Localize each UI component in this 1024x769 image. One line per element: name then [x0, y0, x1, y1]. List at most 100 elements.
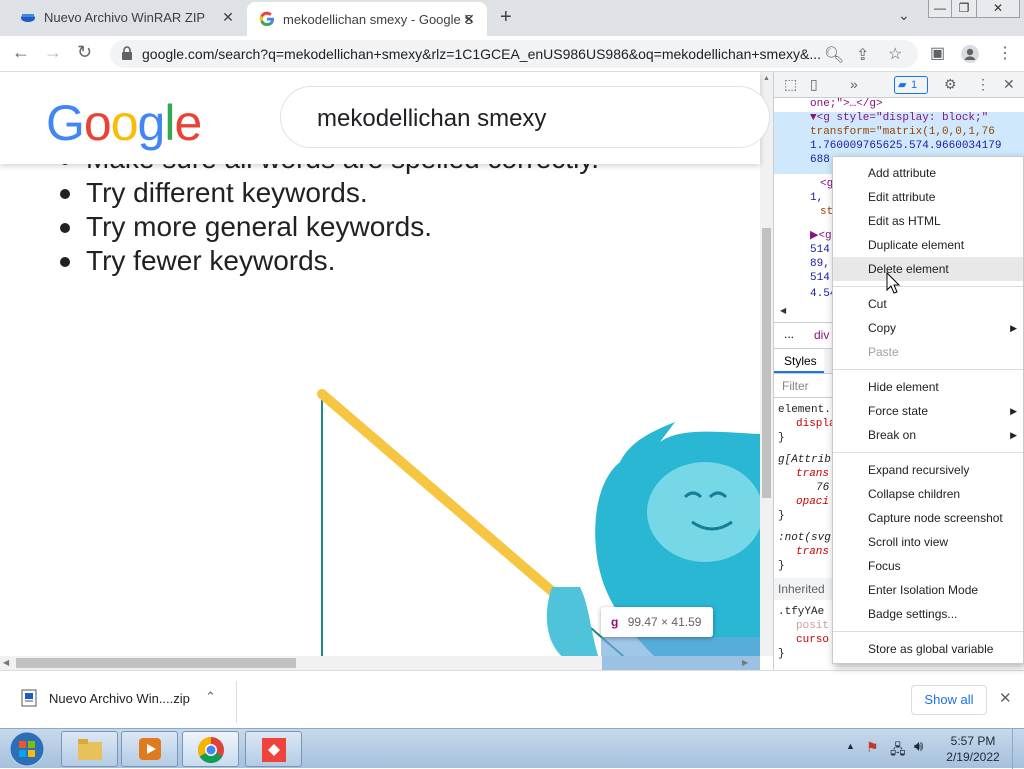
issues-badge[interactable]: ▰ 1 [894, 76, 928, 94]
chevron-down-icon[interactable]: ⌄ [898, 7, 910, 24]
context-menu-item[interactable]: Edit as HTML [833, 209, 1023, 233]
context-menu-item[interactable]: Hide element [833, 375, 1023, 399]
share-icon[interactable]: ⇪ [856, 45, 869, 65]
maximize-button[interactable]: ❐ [951, 0, 977, 18]
dom-line[interactable]: 514 [810, 244, 830, 256]
context-menu-item[interactable]: Force state ▶ [833, 399, 1023, 423]
context-menu-item[interactable]: Focus [833, 554, 1023, 578]
network-icon[interactable]: 🖧︎ [890, 739, 906, 763]
volume-icon[interactable]: 🔊︎ [914, 738, 923, 755]
horizontal-scroll-thumb[interactable] [16, 658, 296, 668]
show-all-button[interactable]: Show all [911, 685, 987, 715]
system-clock[interactable]: 5:57 PM 2/19/2022 [938, 733, 1008, 765]
tab-google-search[interactable]: mekodellichan smexy - Google S ✕ [247, 2, 487, 36]
device-toolbar-icon[interactable]: ▯ [810, 76, 818, 93]
bookmark-star-icon[interactable]: ☆ [888, 44, 902, 64]
dom-line[interactable]: ▶<g [810, 228, 832, 242]
menu-item-label: Scroll into view [868, 535, 949, 549]
dom-line[interactable]: 514 [810, 272, 830, 284]
close-devtools-icon[interactable]: ✕ [1003, 76, 1015, 93]
context-menu-item[interactable]: Collapse children [833, 482, 1023, 506]
close-download-bar-icon[interactable]: ✕ [999, 689, 1012, 707]
zoom-icon[interactable]: 🔍︎ [824, 45, 844, 65]
horizontal-scrollbar[interactable]: ◀ ▶ [0, 656, 760, 670]
scroll-right-icon[interactable]: ▶ [742, 658, 748, 667]
style-rule-line[interactable]: .tfyYAe [778, 606, 824, 618]
taskbar-media-player[interactable] [121, 731, 178, 767]
address-bar[interactable]: google.com/search?q=mekodellichan+smexy&… [110, 40, 918, 68]
style-rule-line[interactable]: opaci [796, 496, 829, 508]
tab-styles[interactable]: Styles [774, 349, 824, 373]
search-input[interactable]: mekodellichan smexy [280, 86, 770, 148]
style-rule-line[interactable]: displa [796, 418, 836, 430]
google-logo[interactable]: Google [46, 94, 202, 152]
context-menu-item[interactable]: Scroll into view [833, 530, 1023, 554]
close-window-button[interactable]: ✕ [976, 0, 1020, 18]
chevron-up-icon[interactable]: ⌃ [205, 689, 216, 705]
dom-line[interactable]: one;">…</g> [810, 98, 883, 110]
start-button-icon[interactable] [4, 730, 50, 768]
dom-line[interactable]: transform="matrix(1,0,0,1,76 [810, 126, 995, 138]
style-rule-line[interactable]: curso [796, 634, 829, 646]
settings-gear-icon[interactable]: ⚙ [944, 76, 957, 93]
menu-item-label: Expand recursively [868, 463, 970, 477]
windows-taskbar: ▲ ⚑ 🖧︎ 🔊︎ 5:57 PM 2/19/2022 [0, 728, 1024, 769]
scroll-left-icon[interactable]: ◀ [3, 658, 9, 667]
dom-line[interactable]: 89, [810, 258, 830, 270]
context-menu-item[interactable]: Break on ▶ [833, 423, 1023, 447]
dom-line[interactable]: 688 [810, 154, 830, 166]
scroll-up-icon[interactable]: ▲ [763, 75, 770, 82]
breadcrumb-ellipsis[interactable]: ... [784, 327, 794, 341]
style-rule-line[interactable]: trans [796, 546, 829, 558]
taskbar-explorer[interactable] [61, 731, 118, 767]
more-tabs-icon[interactable]: » [850, 76, 858, 92]
context-menu-item[interactable]: Enter Isolation Mode [833, 578, 1023, 602]
lock-icon [122, 46, 132, 60]
close-tab-icon[interactable]: ✕ [220, 9, 236, 26]
context-menu-item[interactable]: Badge settings... [833, 602, 1023, 626]
vertical-scroll-thumb[interactable] [762, 228, 771, 498]
download-item[interactable]: Nuevo Archivo Win....zip ⌃ [0, 681, 237, 723]
context-menu-item[interactable]: Copy ▶ [833, 316, 1023, 340]
dom-line[interactable]: 1.760009765625.574.9660034179 [810, 140, 1001, 152]
menu-item-label: Force state [868, 404, 929, 418]
vertical-scrollbar[interactable]: ▲ [760, 72, 773, 656]
context-menu-item[interactable]: Add attribute [833, 161, 1023, 185]
side-panel-icon[interactable]: ▣ [930, 43, 945, 63]
menu-item-label: Delete element [868, 262, 949, 276]
profile-avatar-icon[interactable] [960, 44, 980, 64]
inspect-element-icon[interactable]: ⬚ [784, 76, 797, 93]
devtools-menu-icon[interactable]: ⋮ [976, 76, 990, 93]
context-menu-item[interactable]: Store as global variable [833, 637, 1023, 661]
dom-scroll-left-icon[interactable]: ◀ [780, 306, 786, 316]
dom-line[interactable]: ▼<g style="display: block;" [810, 112, 988, 124]
style-rule-line[interactable]: element. [778, 404, 831, 416]
show-hidden-icons-icon[interactable]: ▲ [846, 741, 855, 751]
context-menu-item[interactable]: Duplicate element [833, 233, 1023, 257]
forward-icon[interactable]: → [44, 42, 62, 63]
back-icon[interactable]: ← [12, 42, 30, 63]
context-menu-item[interactable]: Capture node screenshot [833, 506, 1023, 530]
reload-icon[interactable]: ↻ [77, 42, 92, 63]
breadcrumb-item[interactable]: div [814, 328, 829, 342]
new-tab-icon[interactable]: + [500, 6, 512, 29]
action-center-flag-icon[interactable]: ⚑ [866, 739, 879, 756]
menu-item-label: Focus [868, 559, 901, 573]
minimize-button[interactable]: — [928, 0, 952, 18]
browser-menu-icon[interactable]: ⋮ [997, 43, 1013, 63]
context-menu-item[interactable]: Expand recursively [833, 458, 1023, 482]
close-tab-icon[interactable]: ✕ [461, 11, 477, 28]
dom-line[interactable]: 1, [810, 192, 823, 204]
context-menu-item[interactable]: Edit attribute [833, 185, 1023, 209]
style-rule-line[interactable]: g[Attrib [778, 454, 831, 466]
message-icon: ▰ [898, 79, 907, 91]
style-rule-line[interactable]: :not(svg [778, 532, 831, 544]
taskbar-anydesk[interactable] [245, 731, 302, 767]
tab-winrar[interactable]: Nuevo Archivo WinRAR ZIP ✕ [8, 0, 246, 34]
show-desktop-button[interactable] [1012, 729, 1024, 769]
style-rule-line[interactable]: posit [796, 620, 829, 632]
style-rule-line[interactable]: trans [796, 468, 829, 480]
taskbar-chrome[interactable] [182, 731, 239, 767]
context-menu-item[interactable]: Cut [833, 292, 1023, 316]
context-menu-item[interactable]: Delete element [833, 257, 1023, 281]
